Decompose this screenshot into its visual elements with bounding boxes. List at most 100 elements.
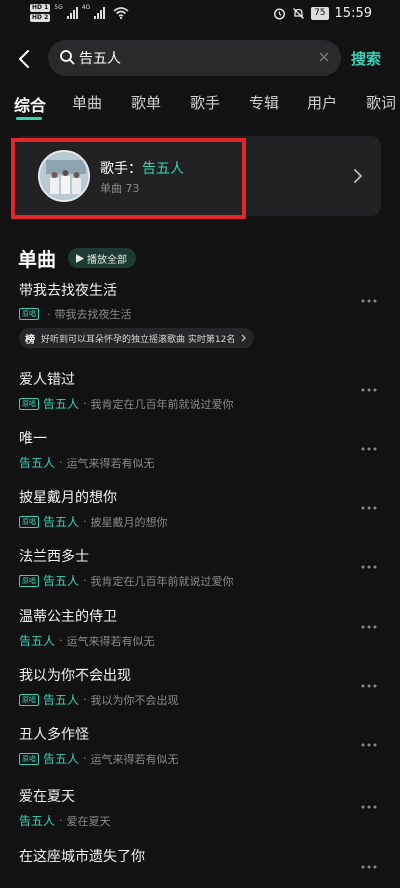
signal-1-icon: [66, 7, 78, 19]
separator-dot: ·: [47, 307, 51, 321]
more-options-icon[interactable]: [360, 387, 378, 393]
song-title: 我以为你不会出现: [19, 668, 131, 684]
play-icon: [76, 253, 84, 263]
active-tab-indicator: [16, 117, 42, 120]
search-button[interactable]: 搜索: [351, 48, 381, 69]
mute-bell-icon: [293, 8, 305, 19]
play-all-label: 播放全部: [87, 254, 127, 266]
separator-dot: ·: [59, 814, 63, 827]
song-album: 运气来得若有似无: [66, 456, 155, 470]
separator-dot: ·: [59, 456, 63, 469]
wifi-icon: [113, 7, 129, 19]
clock: 15:59: [334, 6, 372, 21]
song-title: 唯一: [19, 431, 47, 447]
song-album: 我肯定在几百年前就说过爱你: [90, 574, 234, 588]
more-options-icon[interactable]: [360, 624, 378, 630]
original-badge: 原唱: [19, 574, 39, 587]
song-title: 温蒂公主的侍卫: [19, 609, 117, 625]
search-input[interactable]: 告五人: [48, 40, 341, 76]
clear-icon[interactable]: [317, 50, 331, 64]
original-badge: 原唱: [19, 752, 39, 765]
alarm-icon: [274, 8, 286, 20]
tab-albums[interactable]: 专辑: [249, 92, 279, 113]
hd2-badge: HD 2: [30, 14, 51, 22]
song-album: 披星戴月的想你: [90, 515, 168, 529]
network-indicators: HD 1 HD 2 5G 4G: [30, 4, 129, 22]
status-right: 75 15:59: [273, 6, 372, 21]
more-options-icon[interactable]: [360, 742, 378, 748]
chevron-right-icon: [241, 334, 247, 342]
hd1-badge: HD 1: [30, 4, 51, 12]
song-title: 披星戴月的想你: [19, 490, 117, 506]
separator-dot: ·: [83, 693, 87, 706]
tab-artists[interactable]: 歌手: [190, 92, 220, 113]
song-title: 爱人错过: [19, 372, 75, 388]
tab-comprehensive[interactable]: 综合: [14, 92, 46, 116]
status-bar: HD 1 HD 2 5G 4G 75 15:59: [0, 0, 400, 30]
song-singer: 告五人: [43, 574, 80, 588]
network-type-1: 5G: [54, 4, 63, 11]
chevron-right-icon: [354, 169, 363, 183]
more-options-icon[interactable]: [360, 804, 378, 810]
tab-playlists[interactable]: 歌单: [131, 92, 161, 113]
song-title: 爱在夏天: [19, 789, 75, 805]
song-singer: 告五人: [43, 693, 80, 707]
song-album: 带我去找夜生活: [54, 308, 132, 321]
separator-dot: ·: [59, 634, 63, 647]
song-singer: 告五人: [43, 752, 80, 766]
search-query-text: 告五人: [79, 51, 121, 67]
result-tabs: 综合 单曲 歌单 歌手 专辑 用户 歌词: [0, 92, 400, 128]
network-type-2: 4G: [81, 4, 91, 11]
search-header: 告五人 搜索: [0, 40, 400, 78]
play-all-button[interactable]: 播放全部: [68, 248, 136, 268]
separator-dot: ·: [83, 397, 87, 410]
more-options-icon[interactable]: [360, 298, 378, 304]
song-meta: 告五人 · 爱在夏天: [19, 812, 111, 829]
separator-dot: ·: [83, 752, 87, 765]
song-meta: 原唱 · 带我去找夜生活: [19, 306, 132, 322]
song-singer: 告五人: [19, 456, 56, 470]
song-meta: 原唱 告五人 · 我肯定在几百年前就说过爱你: [19, 395, 234, 412]
ranking-icon: 榜: [25, 334, 35, 346]
song-album: 运气来得若有似无: [66, 634, 155, 648]
song-title: 法兰西多士: [19, 549, 89, 565]
tab-users[interactable]: 用户: [307, 92, 337, 113]
chart-ranking-tag[interactable]: 榜 好听到可以耳朵怀孕的独立摇滚歌曲 实时第12名: [19, 328, 255, 348]
song-album: 运气来得若有似无: [90, 752, 179, 766]
song-meta: 原唱 告五人 · 运气来得若有似无: [19, 750, 179, 767]
more-options-icon[interactable]: [360, 505, 378, 511]
original-badge: 原唱: [19, 397, 39, 410]
song-singer: 告五人: [19, 634, 56, 648]
signal-2-icon: [94, 7, 106, 19]
separator-dot: ·: [83, 574, 87, 587]
tab-lyrics[interactable]: 歌词: [366, 92, 396, 113]
song-album: 爱在夏天: [66, 814, 111, 828]
more-options-icon[interactable]: [360, 683, 378, 689]
song-title: 带我去找夜生活: [19, 283, 117, 299]
original-badge: 原唱: [19, 515, 39, 528]
song-title: 丑人多作怪: [19, 727, 89, 743]
search-icon: [60, 50, 75, 65]
song-meta: 告五人 · 运气来得若有似无: [19, 454, 155, 471]
song-meta: 原唱 告五人 · 披星戴月的想你: [19, 513, 168, 530]
battery-indicator: 75: [311, 7, 329, 20]
song-album: 我肯定在几百年前就说过爱你: [90, 397, 234, 411]
more-options-icon[interactable]: [360, 446, 378, 452]
original-badge: 原唱: [19, 308, 39, 320]
song-title: 在这座城市遗失了你: [19, 849, 145, 865]
original-badge: 原唱: [19, 693, 39, 706]
more-options-icon[interactable]: [360, 864, 378, 870]
song-meta: 原唱 告五人 · 我肯定在几百年前就说过爱你: [19, 572, 234, 589]
song-meta: 原唱 告五人 · 我以为你不会出现: [19, 691, 179, 708]
song-album: 我以为你不会出现: [90, 693, 179, 707]
song-singer: 告五人: [43, 397, 80, 411]
song-singer: 告五人: [43, 515, 80, 529]
section-title: 单曲: [18, 249, 57, 271]
tab-songs[interactable]: 单曲: [72, 92, 102, 113]
more-options-icon[interactable]: [360, 564, 378, 570]
separator-dot: ·: [83, 515, 87, 528]
song-meta: 告五人 · 运气来得若有似无: [19, 632, 155, 649]
chart-ranking-text: 好听到可以耳朵怀孕的独立摇滚歌曲 实时第12名: [41, 334, 236, 345]
highlight-frame: [11, 138, 246, 219]
back-arrow-icon[interactable]: [14, 48, 36, 70]
